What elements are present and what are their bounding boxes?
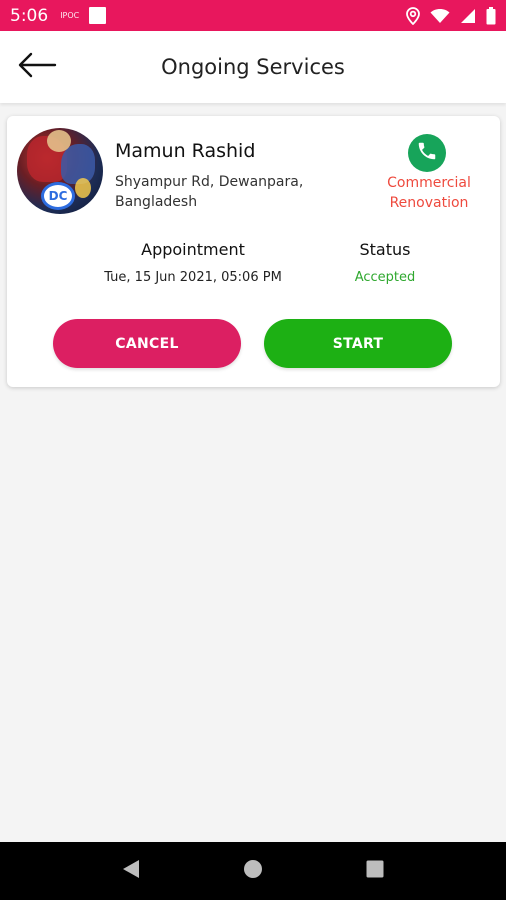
wifi-icon	[430, 8, 450, 24]
arrow-left-icon	[17, 52, 57, 82]
status-time: 5:06	[10, 5, 49, 26]
status-value: Accepted	[354, 270, 416, 285]
appointment-value: Tue, 15 Jun 2021, 05:06 PM	[104, 270, 282, 285]
notification-icon	[89, 7, 107, 24]
customer-name: Mamun Rashid	[115, 140, 256, 162]
status-bar: 5:06 IPOC	[0, 0, 506, 31]
call-button[interactable]	[408, 134, 446, 172]
appointment-label: Appointment	[141, 240, 245, 259]
cancel-button[interactable]: CANCEL	[53, 319, 241, 368]
status-label: Status	[359, 240, 411, 259]
signal-icon	[460, 8, 476, 24]
page-title: Ongoing Services	[161, 55, 345, 79]
service-card: DC Mamun Rashid Shyampur Rd, Dewanpara, …	[7, 116, 500, 387]
status-carrier-tag: IPOC	[60, 11, 80, 20]
navigation-bar	[0, 842, 506, 900]
start-button[interactable]: START	[264, 319, 452, 368]
location-icon	[406, 6, 420, 25]
triangle-back-icon	[121, 858, 141, 884]
nav-recent-button[interactable]	[355, 851, 395, 891]
nav-back-button[interactable]	[111, 851, 151, 891]
back-button[interactable]	[14, 49, 60, 85]
dc-logo-icon: DC	[41, 182, 75, 210]
service-type: Commercial Renovation	[387, 175, 471, 211]
app-bar: Ongoing Services	[0, 31, 506, 103]
avatar: DC	[17, 128, 103, 214]
phone-icon	[416, 140, 438, 166]
square-recent-icon	[366, 860, 384, 882]
nav-home-button[interactable]	[233, 851, 273, 891]
battery-icon	[486, 6, 496, 25]
customer-address: Shyampur Rd, Dewanpara, Bangladesh	[115, 174, 304, 210]
circle-home-icon	[243, 859, 263, 883]
status-icons	[406, 6, 496, 25]
